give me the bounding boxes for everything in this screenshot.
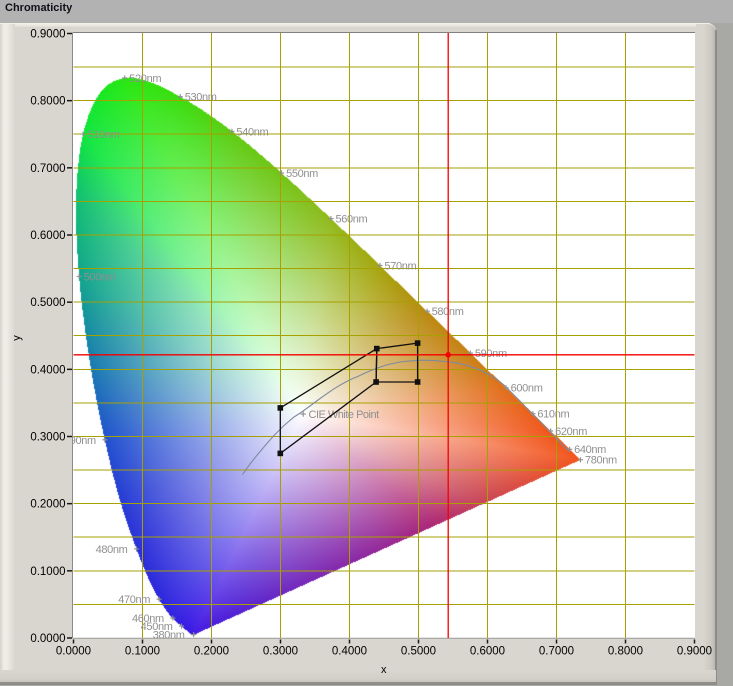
svg-text:0.2000: 0.2000 xyxy=(30,499,65,511)
svg-text:CIE White Point: CIE White Point xyxy=(309,409,380,421)
svg-text:0.6000: 0.6000 xyxy=(470,646,505,658)
svg-text:0.2000: 0.2000 xyxy=(194,646,229,658)
svg-text:0.8000: 0.8000 xyxy=(30,96,65,108)
svg-text:570nm: 570nm xyxy=(384,260,416,272)
svg-text:0.1000: 0.1000 xyxy=(30,566,65,578)
svg-text:0.8000: 0.8000 xyxy=(608,646,643,658)
svg-text:460nm: 460nm xyxy=(132,613,164,625)
svg-text:520nm: 520nm xyxy=(129,73,161,85)
svg-text:780nm: 780nm xyxy=(585,455,617,467)
svg-text:0.1000: 0.1000 xyxy=(125,646,160,658)
svg-text:0.0000: 0.0000 xyxy=(56,646,91,658)
svg-text:0.3000: 0.3000 xyxy=(263,646,298,658)
svg-text:0.6000: 0.6000 xyxy=(30,230,65,242)
svg-text:0.4000: 0.4000 xyxy=(30,364,65,376)
svg-text:590nm: 590nm xyxy=(475,348,507,360)
svg-text:0.9000: 0.9000 xyxy=(677,646,712,658)
svg-text:500nm: 500nm xyxy=(84,271,116,283)
svg-text:0.4000: 0.4000 xyxy=(332,646,367,658)
svg-text:600nm: 600nm xyxy=(511,383,543,395)
svg-text:610nm: 610nm xyxy=(537,409,569,421)
svg-text:0.5000: 0.5000 xyxy=(401,646,436,658)
svg-text:470nm: 470nm xyxy=(118,594,150,606)
svg-text:620nm: 620nm xyxy=(555,426,587,438)
svg-text:540nm: 540nm xyxy=(236,126,268,138)
svg-text:560nm: 560nm xyxy=(335,213,367,225)
svg-text:0.7000: 0.7000 xyxy=(539,646,574,658)
svg-text:y: y xyxy=(11,335,23,341)
svg-text:0.9000: 0.9000 xyxy=(30,28,65,40)
svg-text:530nm: 530nm xyxy=(185,92,217,104)
svg-text:x: x xyxy=(381,664,387,676)
svg-text:0.7000: 0.7000 xyxy=(30,163,65,175)
svg-text:480nm: 480nm xyxy=(96,544,128,556)
svg-text:0.0000: 0.0000 xyxy=(30,633,65,645)
svg-text:510nm: 510nm xyxy=(88,129,120,141)
svg-text:550nm: 550nm xyxy=(286,168,318,180)
svg-text:0.5000: 0.5000 xyxy=(30,297,65,309)
svg-text:0.3000: 0.3000 xyxy=(30,431,65,443)
